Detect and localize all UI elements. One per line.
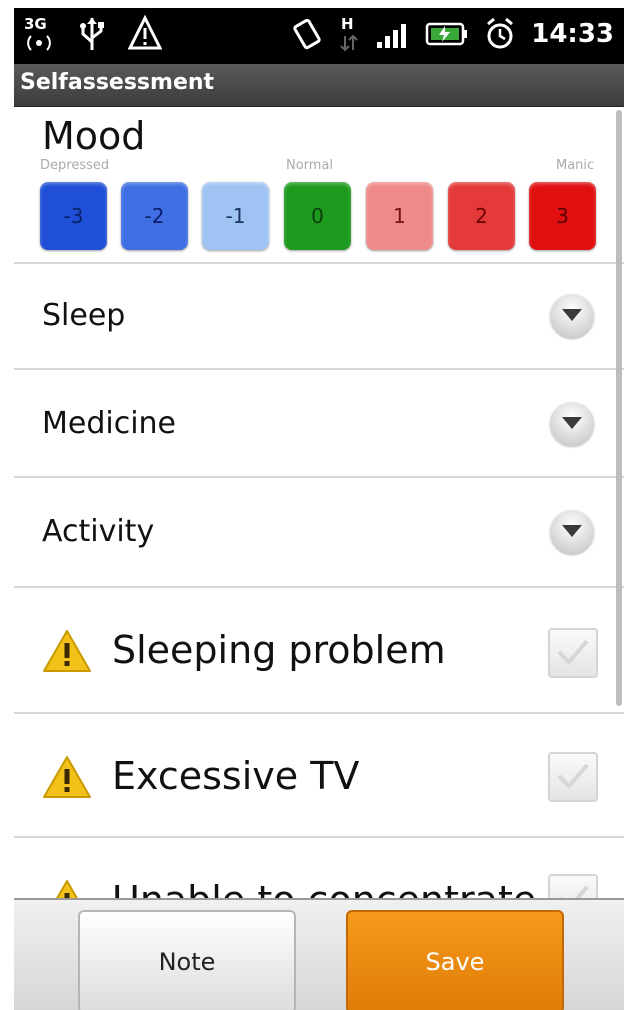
list-item-label: Medicine [42, 406, 177, 441]
network-3g-icon: 3G [22, 14, 56, 54]
chevron-down-icon[interactable] [550, 510, 594, 554]
usb-icon [78, 14, 106, 54]
alarm-icon [483, 14, 517, 54]
app-title: Selfassessment [20, 70, 215, 95]
battery-charging-icon [423, 14, 469, 54]
mood-button-2[interactable]: 2 [448, 182, 515, 250]
list-item-medicine[interactable]: Medicine [14, 370, 624, 478]
list-item-label: Excessive TV [112, 754, 360, 798]
excessive-tv-checkbox[interactable] [548, 752, 598, 802]
data-h-icon: H [337, 14, 361, 54]
mood-section: Mood Depressed Normal Manic -3 -2 -1 0 1… [14, 106, 624, 264]
mood-button-minus-2[interactable]: -2 [121, 182, 188, 250]
warning-icon [42, 754, 92, 804]
mood-button-minus-3[interactable]: -3 [40, 182, 107, 250]
svg-text:H: H [341, 15, 354, 33]
list-item-activity[interactable]: Activity [14, 478, 624, 588]
mood-label-normal: Normal [286, 158, 334, 173]
list-item-excessive-tv[interactable]: Excessive TV [14, 714, 624, 838]
mood-scale: -3 -2 -1 0 1 2 3 [40, 182, 600, 252]
mood-title: Mood [42, 114, 146, 158]
clock-time: 14:33 [531, 19, 614, 49]
mood-button-3[interactable]: 3 [529, 182, 596, 250]
list-item-sleep[interactable]: Sleep [14, 262, 624, 370]
alert-icon [128, 14, 162, 54]
list-item-label: Sleep [42, 298, 126, 333]
app-frame: 3G H 14:33 Selfassessment Mood Depressed… [14, 0, 624, 1010]
list-item-label: Activity [42, 514, 155, 549]
scrollbar[interactable] [616, 110, 622, 706]
mood-label-manic: Manic [556, 158, 595, 173]
status-bar: 3G H 14:33 [14, 8, 624, 64]
rotate-icon [291, 14, 323, 54]
sleeping-problem-checkbox[interactable] [548, 628, 598, 678]
chevron-down-icon[interactable] [550, 402, 594, 446]
mood-label-depressed: Depressed [40, 158, 110, 173]
signal-icon [375, 14, 409, 54]
mood-button-minus-1[interactable]: -1 [202, 182, 269, 250]
list-item-label: Sleeping problem [112, 628, 446, 672]
mood-button-1[interactable]: 1 [366, 182, 433, 250]
mood-button-0[interactable]: 0 [284, 182, 351, 250]
chevron-down-icon[interactable] [550, 294, 594, 338]
warning-icon [42, 628, 92, 678]
list-item-sleeping-problem[interactable]: Sleeping problem [14, 588, 624, 714]
save-button[interactable]: Save [346, 910, 564, 1010]
app-title-bar: Selfassessment [14, 64, 624, 107]
bottom-action-bar: Note Save [14, 898, 624, 1010]
svg-text:3G: 3G [24, 15, 47, 33]
note-button[interactable]: Note [78, 910, 296, 1010]
